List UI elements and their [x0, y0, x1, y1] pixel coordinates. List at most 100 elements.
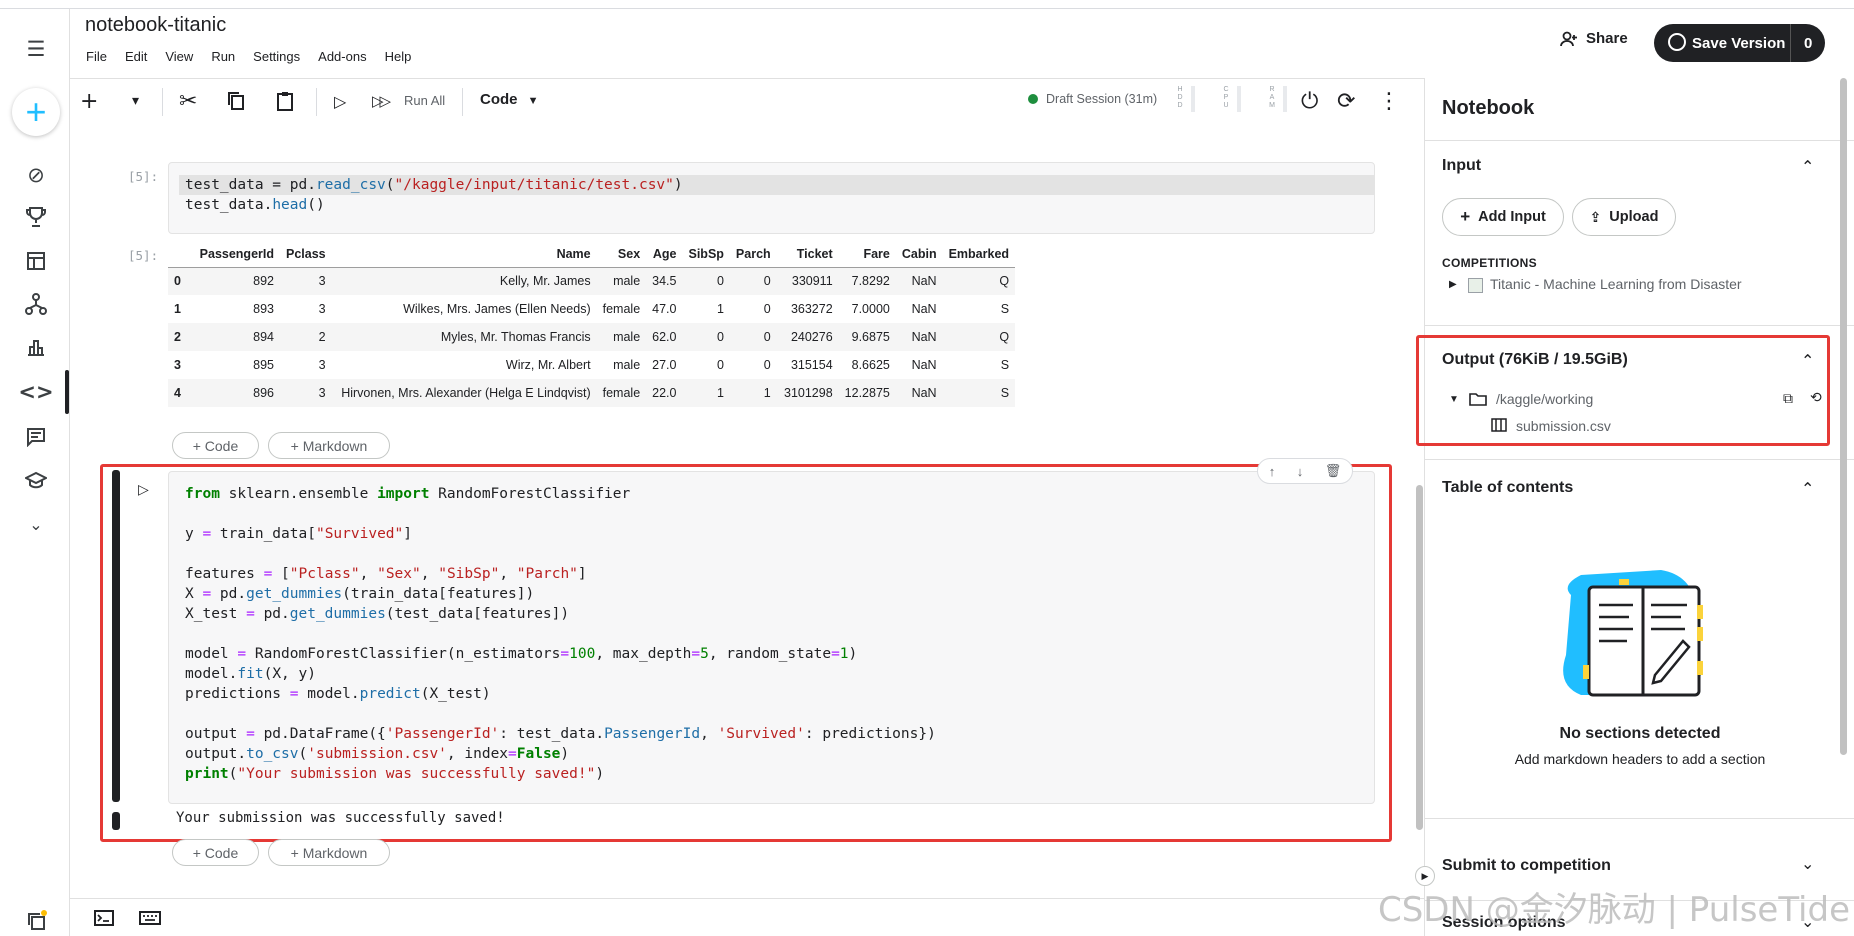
- output-folder[interactable]: /kaggle/working: [1496, 391, 1593, 407]
- discussion-icon[interactable]: [21, 422, 51, 452]
- competition-name[interactable]: Titanic - Machine Learning from Disaster: [1490, 276, 1742, 292]
- menu-edit[interactable]: Edit: [125, 49, 147, 64]
- add-markdown-cell-button[interactable]: + Markdown: [268, 432, 390, 459]
- models-icon[interactable]: [21, 289, 51, 319]
- bar-chart-icon[interactable]: [21, 332, 51, 362]
- menu-help[interactable]: Help: [385, 49, 412, 64]
- output-prompt: [5]:: [128, 248, 159, 263]
- editor-scrollbar[interactable]: [1416, 485, 1423, 830]
- share-label: Share: [1586, 30, 1628, 47]
- expand-arrow-icon[interactable]: ▶: [1449, 279, 1457, 290]
- input-section-header[interactable]: Input: [1442, 157, 1481, 175]
- code-editor[interactable]: test_data = pd.read_csv("/kaggle/input/t…: [185, 175, 683, 215]
- table-column-header: Age: [646, 241, 683, 268]
- table-cell: 0: [716, 358, 724, 372]
- run-all-icon[interactable]: ▷▷: [372, 87, 391, 115]
- run-cell-icon[interactable]: ▷: [334, 87, 346, 115]
- create-new-button[interactable]: +: [12, 88, 60, 136]
- code-cell[interactable]: from sklearn.ensemble import RandomFores…: [168, 471, 1375, 804]
- compass-icon[interactable]: ⊘: [21, 160, 51, 190]
- paste-icon[interactable]: [276, 87, 294, 115]
- hdd-meter: [1191, 86, 1195, 112]
- add-cell-dropdown-icon[interactable]: ▾: [132, 87, 139, 115]
- table-icon[interactable]: [21, 246, 51, 276]
- table-cell: 0: [763, 358, 771, 372]
- run-all-button[interactable]: Run All: [404, 93, 445, 108]
- share-button[interactable]: Share: [1560, 30, 1628, 47]
- refresh-icon[interactable]: ⟲: [1810, 389, 1822, 406]
- table-cell: 1: [682, 379, 730, 407]
- add-markdown-cell-button[interactable]: + Markdown: [268, 839, 390, 866]
- menu-settings[interactable]: Settings: [253, 49, 300, 64]
- plus-icon: +: [1460, 207, 1471, 226]
- save-version-button[interactable]: Save Version 0: [1654, 24, 1825, 62]
- copy-pages-icon[interactable]: [21, 906, 51, 936]
- terminal-icon[interactable]: [94, 910, 114, 931]
- collapse-arrow-icon[interactable]: ▼: [1449, 394, 1459, 405]
- trophy-icon[interactable]: [21, 202, 51, 232]
- empty-notebook-illustration: [1551, 565, 1721, 710]
- notebook-title[interactable]: notebook-titanic: [85, 14, 226, 37]
- keyboard-icon[interactable]: [139, 911, 161, 930]
- run-cell-icon[interactable]: ▷: [138, 481, 149, 498]
- restart-icon[interactable]: ⟳: [1337, 87, 1355, 115]
- move-down-icon[interactable]: ↓: [1297, 464, 1304, 479]
- row-index: 0: [168, 267, 190, 295]
- table-cell: Kelly, Mr. James: [331, 267, 597, 295]
- cell-actions: ↑ ↓ 🗑: [1257, 458, 1353, 484]
- menu-view[interactable]: View: [165, 49, 193, 64]
- code-editor[interactable]: from sklearn.ensemble import RandomFores…: [185, 484, 936, 784]
- move-up-icon[interactable]: ↑: [1269, 464, 1276, 479]
- add-cell-icon[interactable]: +: [80, 87, 98, 115]
- chevron-down-icon[interactable]: ⌄: [1801, 854, 1814, 873]
- power-icon[interactable]: ⏻: [1301, 87, 1318, 115]
- table-cell: 363272: [790, 302, 833, 316]
- menu-run[interactable]: Run: [211, 49, 235, 64]
- toc-empty-subtitle: Add markdown headers to add a section: [1514, 751, 1766, 767]
- chevron-down-icon[interactable]: ⌄: [21, 509, 51, 539]
- table-row: 2 894 2 Myles, Mr. Thomas Francis male 62.0 0 0…: [168, 323, 1016, 351]
- output-file[interactable]: submission.csv: [1516, 418, 1611, 434]
- copy-path-icon[interactable]: ⧉: [1783, 390, 1793, 407]
- add-code-cell-button[interactable]: + Code: [172, 432, 259, 459]
- table-cell: female: [596, 379, 647, 407]
- chevron-up-icon[interactable]: ⌃: [1801, 479, 1814, 498]
- chevron-up-icon[interactable]: ⌃: [1801, 351, 1814, 370]
- table-cell: female: [602, 302, 641, 316]
- table-cell: 47.0: [652, 302, 677, 316]
- add-code-cell-button[interactable]: + Code: [172, 839, 259, 866]
- school-icon[interactable]: [21, 466, 51, 496]
- upload-button[interactable]: ⇪ Upload: [1572, 198, 1676, 236]
- table-cell: NaN: [895, 323, 943, 351]
- cpu-meter-label: CPU: [1223, 86, 1229, 109]
- copy-icon[interactable]: [227, 87, 245, 115]
- session-status[interactable]: Draft Session (31m): [1028, 92, 1157, 106]
- header-divider: [70, 78, 1424, 79]
- code-icon[interactable]: <>: [18, 377, 53, 407]
- table-column-header: SibSp: [682, 241, 730, 268]
- submit-section-header[interactable]: Submit to competition: [1442, 857, 1611, 875]
- code-cell[interactable]: test_data = pd.read_csv("/kaggle/input/t…: [168, 162, 1375, 234]
- cell-type-value: Code: [480, 91, 518, 108]
- add-input-button[interactable]: + Add Input: [1442, 198, 1564, 236]
- menu-addons[interactable]: Add-ons: [318, 49, 366, 64]
- more-options-icon[interactable]: ⋮: [1378, 87, 1400, 115]
- upload-icon: ⇪: [1589, 208, 1602, 225]
- table-cell: 1: [729, 379, 777, 407]
- table-cell: S: [942, 379, 1016, 407]
- table-column-header: Pclass: [280, 241, 332, 268]
- table-cell: NaN: [895, 267, 943, 295]
- ram-meter: [1283, 86, 1287, 112]
- menu-file[interactable]: File: [86, 49, 107, 64]
- toc-section-header[interactable]: Table of contents: [1442, 479, 1573, 497]
- chevron-up-icon[interactable]: ⌃: [1801, 157, 1814, 176]
- table-cell: 34.5: [646, 267, 683, 295]
- output-section-header[interactable]: Output (76KiB / 19.5GiB): [1442, 351, 1628, 369]
- delete-icon[interactable]: 🗑: [1325, 463, 1342, 479]
- scissors-icon[interactable]: ✂: [179, 87, 197, 115]
- cell-type-select[interactable]: Code ▼: [480, 91, 539, 108]
- hamburger-menu-icon[interactable]: ☰: [21, 34, 51, 64]
- table-cell: 894: [190, 323, 280, 351]
- panel-scrollbar[interactable]: [1840, 78, 1847, 755]
- table-cell: Myles, Mr. Thomas Francis: [331, 323, 597, 351]
